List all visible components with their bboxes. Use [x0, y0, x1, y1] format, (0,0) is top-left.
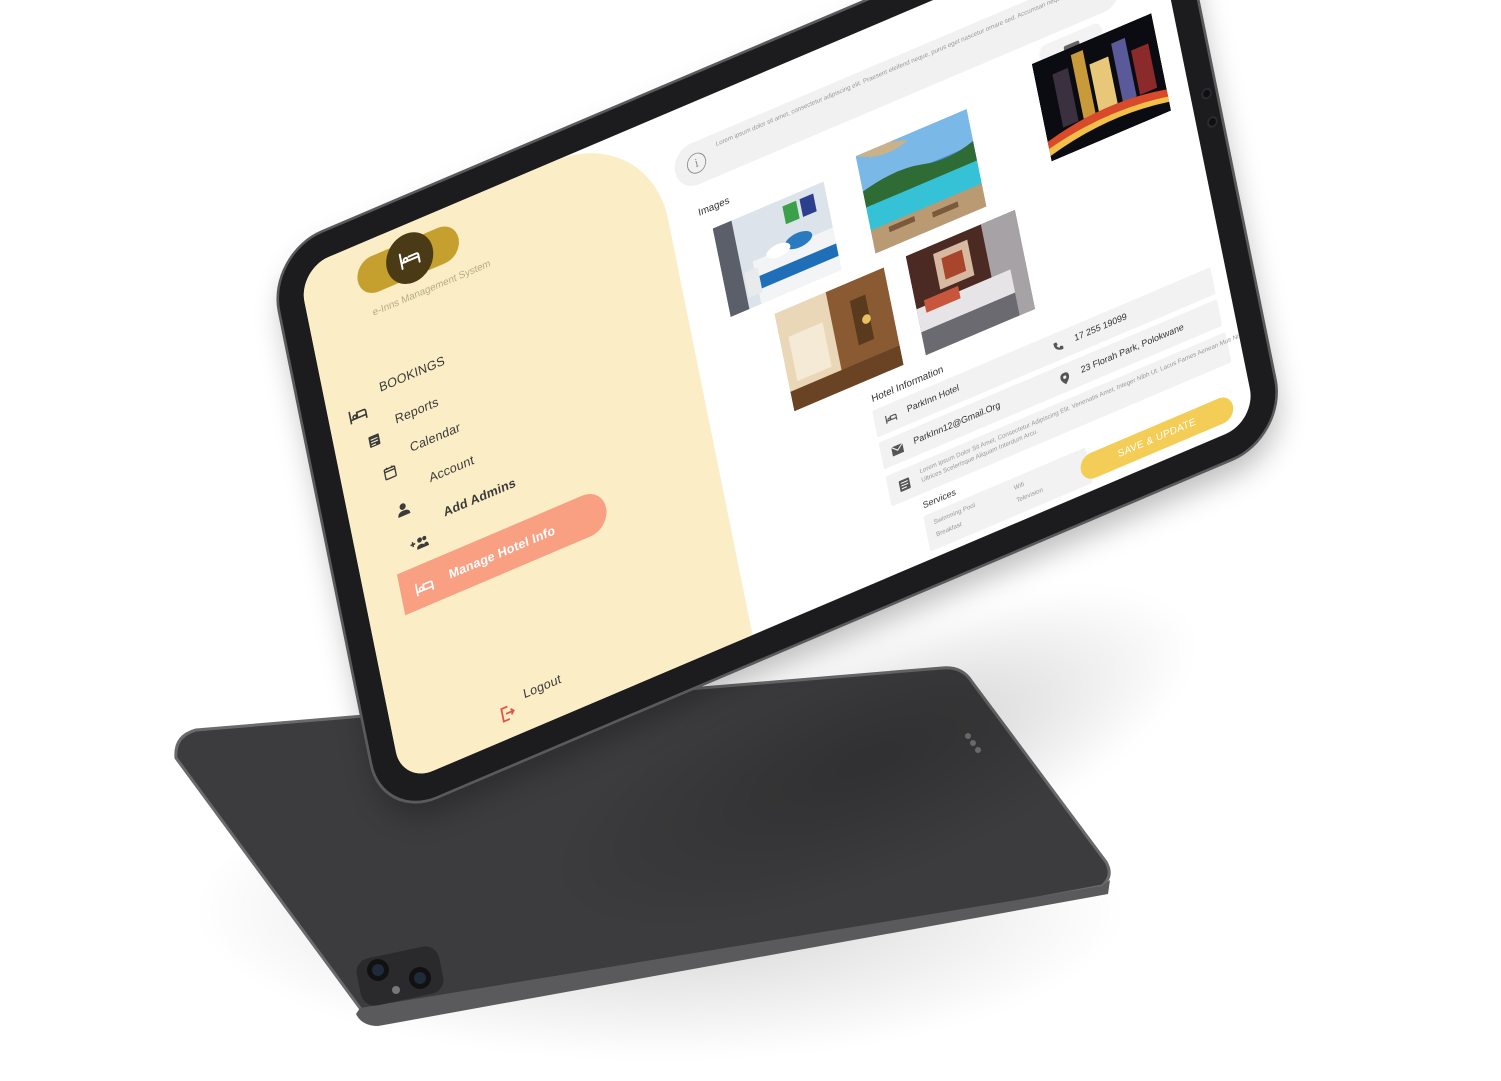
city-night-photo — [1031, 13, 1172, 162]
logout-label: Logout — [521, 670, 563, 702]
sidebar-item-label: Account — [427, 451, 476, 486]
bezel-sensor — [1206, 114, 1219, 130]
hotel-name-value: ParkInn Hotel — [906, 383, 960, 415]
device-mockup-stage: e-Inns Management System BOOKINGS Report… — [0, 0, 1501, 1081]
logout-icon — [496, 699, 519, 726]
hotel-icon — [413, 573, 436, 600]
images-section-title: Images — [697, 194, 731, 219]
info-icon: i — [685, 149, 708, 177]
location-pin-icon — [1058, 369, 1072, 386]
phone-icon — [1051, 337, 1065, 354]
service-item: Wifi — [1013, 481, 1025, 492]
add-group-icon — [408, 529, 431, 556]
hotel-phone-value: 17 255 19099 — [1073, 311, 1128, 344]
hotel-icon — [884, 409, 898, 426]
service-item: Swimming Pool — [933, 502, 976, 526]
front-camera — [1200, 86, 1213, 102]
sidebar-item-label: Manage Hotel Info — [447, 522, 557, 582]
mail-icon — [890, 441, 905, 458]
hotel-bed-logo-icon — [398, 252, 421, 270]
description-icon — [898, 476, 912, 493]
service-item: Breakfast — [935, 521, 963, 539]
hotel-photo[interactable] — [1031, 13, 1172, 162]
